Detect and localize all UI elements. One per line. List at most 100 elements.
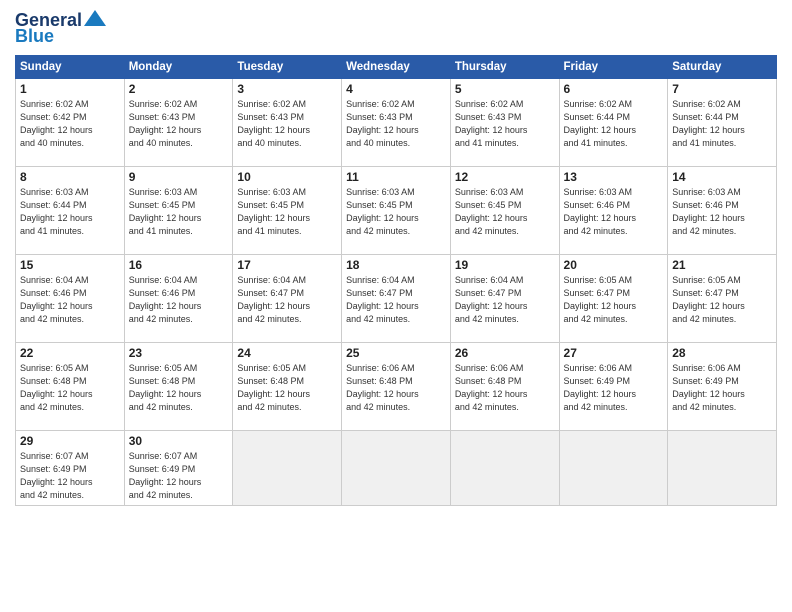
- calendar-cell: 14 Sunrise: 6:03 AM Sunset: 6:46 PM Dayli…: [668, 166, 777, 254]
- day-number: 4: [346, 82, 446, 96]
- header-sunday: Sunday: [16, 55, 125, 78]
- day-info: Sunrise: 6:03 AM Sunset: 6:45 PM Dayligh…: [237, 186, 337, 238]
- day-number: 15: [20, 258, 120, 272]
- day-number: 29: [20, 434, 120, 448]
- day-info: Sunrise: 6:04 AM Sunset: 6:47 PM Dayligh…: [346, 274, 446, 326]
- calendar-cell: 27 Sunrise: 6:06 AM Sunset: 6:49 PM Dayli…: [559, 342, 668, 430]
- logo-icon: [84, 10, 106, 26]
- calendar-header-row: SundayMondayTuesdayWednesdayThursdayFrid…: [16, 55, 777, 78]
- header-friday: Friday: [559, 55, 668, 78]
- day-info: Sunrise: 6:02 AM Sunset: 6:43 PM Dayligh…: [346, 98, 446, 150]
- calendar-cell: 4 Sunrise: 6:02 AM Sunset: 6:43 PM Daylig…: [342, 78, 451, 166]
- day-info: Sunrise: 6:04 AM Sunset: 6:46 PM Dayligh…: [20, 274, 120, 326]
- day-info: Sunrise: 6:07 AM Sunset: 6:49 PM Dayligh…: [129, 450, 229, 502]
- day-number: 13: [564, 170, 664, 184]
- day-number: 18: [346, 258, 446, 272]
- calendar-cell: 16 Sunrise: 6:04 AM Sunset: 6:46 PM Dayli…: [124, 254, 233, 342]
- day-info: Sunrise: 6:05 AM Sunset: 6:47 PM Dayligh…: [564, 274, 664, 326]
- day-info: Sunrise: 6:02 AM Sunset: 6:42 PM Dayligh…: [20, 98, 120, 150]
- day-info: Sunrise: 6:04 AM Sunset: 6:47 PM Dayligh…: [455, 274, 555, 326]
- calendar-cell: 23Sunrise: 6:05 AM Sunset: 6:48 PM Dayli…: [124, 342, 233, 430]
- day-number: 7: [672, 82, 772, 96]
- day-number: 14: [672, 170, 772, 184]
- day-number: 17: [237, 258, 337, 272]
- calendar-cell: 3 Sunrise: 6:02 AM Sunset: 6:43 PM Daylig…: [233, 78, 342, 166]
- calendar-cell: 8 Sunrise: 6:03 AM Sunset: 6:44 PM Daylig…: [16, 166, 125, 254]
- calendar-row: 15 Sunrise: 6:04 AM Sunset: 6:46 PM Dayli…: [16, 254, 777, 342]
- day-number: 3: [237, 82, 337, 96]
- day-number: 22: [20, 346, 120, 360]
- day-number: 26: [455, 346, 555, 360]
- day-info: Sunrise: 6:02 AM Sunset: 6:43 PM Dayligh…: [237, 98, 337, 150]
- day-info: Sunrise: 6:04 AM Sunset: 6:46 PM Dayligh…: [129, 274, 229, 326]
- header-thursday: Thursday: [450, 55, 559, 78]
- calendar-cell: 9 Sunrise: 6:03 AM Sunset: 6:45 PM Daylig…: [124, 166, 233, 254]
- calendar-row: 29 Sunrise: 6:07 AM Sunset: 6:49 PM Dayli…: [16, 430, 777, 505]
- calendar-cell: 21Sunrise: 6:05 AM Sunset: 6:47 PM Dayli…: [668, 254, 777, 342]
- calendar-cell: 18 Sunrise: 6:04 AM Sunset: 6:47 PM Dayli…: [342, 254, 451, 342]
- day-number: 10: [237, 170, 337, 184]
- day-number: 28: [672, 346, 772, 360]
- calendar-cell: 6 Sunrise: 6:02 AM Sunset: 6:44 PM Daylig…: [559, 78, 668, 166]
- calendar-cell: 1Sunrise: 6:02 AM Sunset: 6:42 PM Daylig…: [16, 78, 125, 166]
- calendar-row: 1Sunrise: 6:02 AM Sunset: 6:42 PM Daylig…: [16, 78, 777, 166]
- calendar-cell: 20Sunrise: 6:05 AM Sunset: 6:47 PM Dayli…: [559, 254, 668, 342]
- day-info: Sunrise: 6:02 AM Sunset: 6:43 PM Dayligh…: [129, 98, 229, 150]
- day-number: 11: [346, 170, 446, 184]
- calendar-cell: [668, 430, 777, 505]
- calendar-cell: 29 Sunrise: 6:07 AM Sunset: 6:49 PM Dayli…: [16, 430, 125, 505]
- day-info: Sunrise: 6:06 AM Sunset: 6:49 PM Dayligh…: [564, 362, 664, 414]
- day-number: 30: [129, 434, 229, 448]
- calendar-cell: 13 Sunrise: 6:03 AM Sunset: 6:46 PM Dayli…: [559, 166, 668, 254]
- day-info: Sunrise: 6:03 AM Sunset: 6:45 PM Dayligh…: [455, 186, 555, 238]
- calendar-cell: 22 Sunrise: 6:05 AM Sunset: 6:48 PM Dayli…: [16, 342, 125, 430]
- calendar: SundayMondayTuesdayWednesdayThursdayFrid…: [15, 55, 777, 506]
- day-info: Sunrise: 6:05 AM Sunset: 6:48 PM Dayligh…: [20, 362, 120, 414]
- day-number: 19: [455, 258, 555, 272]
- day-number: 9: [129, 170, 229, 184]
- page: General Blue SundayMondayTuesdayWednesda…: [0, 0, 792, 612]
- calendar-cell: 30 Sunrise: 6:07 AM Sunset: 6:49 PM Dayli…: [124, 430, 233, 505]
- calendar-cell: 24 Sunrise: 6:05 AM Sunset: 6:48 PM Dayli…: [233, 342, 342, 430]
- header-monday: Monday: [124, 55, 233, 78]
- header: General Blue: [15, 10, 777, 47]
- day-number: 16: [129, 258, 229, 272]
- calendar-cell: 25Sunrise: 6:06 AM Sunset: 6:48 PM Dayli…: [342, 342, 451, 430]
- day-info: Sunrise: 6:02 AM Sunset: 6:44 PM Dayligh…: [564, 98, 664, 150]
- day-info: Sunrise: 6:06 AM Sunset: 6:48 PM Dayligh…: [455, 362, 555, 414]
- day-info: Sunrise: 6:03 AM Sunset: 6:46 PM Dayligh…: [672, 186, 772, 238]
- day-info: Sunrise: 6:03 AM Sunset: 6:45 PM Dayligh…: [129, 186, 229, 238]
- header-wednesday: Wednesday: [342, 55, 451, 78]
- calendar-cell: 7 Sunrise: 6:02 AM Sunset: 6:44 PM Daylig…: [668, 78, 777, 166]
- day-info: Sunrise: 6:03 AM Sunset: 6:44 PM Dayligh…: [20, 186, 120, 238]
- day-number: 8: [20, 170, 120, 184]
- day-info: Sunrise: 6:07 AM Sunset: 6:49 PM Dayligh…: [20, 450, 120, 502]
- calendar-cell: 10 Sunrise: 6:03 AM Sunset: 6:45 PM Dayli…: [233, 166, 342, 254]
- day-info: Sunrise: 6:03 AM Sunset: 6:46 PM Dayligh…: [564, 186, 664, 238]
- calendar-cell: [342, 430, 451, 505]
- day-number: 5: [455, 82, 555, 96]
- day-info: Sunrise: 6:06 AM Sunset: 6:49 PM Dayligh…: [672, 362, 772, 414]
- calendar-cell: 28 Sunrise: 6:06 AM Sunset: 6:49 PM Dayli…: [668, 342, 777, 430]
- day-info: Sunrise: 6:02 AM Sunset: 6:44 PM Dayligh…: [672, 98, 772, 150]
- day-number: 2: [129, 82, 229, 96]
- calendar-cell: 17 Sunrise: 6:04 AM Sunset: 6:47 PM Dayli…: [233, 254, 342, 342]
- day-info: Sunrise: 6:03 AM Sunset: 6:45 PM Dayligh…: [346, 186, 446, 238]
- day-number: 24: [237, 346, 337, 360]
- day-info: Sunrise: 6:02 AM Sunset: 6:43 PM Dayligh…: [455, 98, 555, 150]
- day-info: Sunrise: 6:05 AM Sunset: 6:48 PM Dayligh…: [237, 362, 337, 414]
- logo-text: General Blue: [15, 10, 106, 47]
- day-number: 25: [346, 346, 446, 360]
- calendar-cell: [233, 430, 342, 505]
- calendar-cell: 11 Sunrise: 6:03 AM Sunset: 6:45 PM Dayli…: [342, 166, 451, 254]
- calendar-cell: 19 Sunrise: 6:04 AM Sunset: 6:47 PM Dayli…: [450, 254, 559, 342]
- day-info: Sunrise: 6:05 AM Sunset: 6:47 PM Dayligh…: [672, 274, 772, 326]
- day-number: 27: [564, 346, 664, 360]
- day-number: 12: [455, 170, 555, 184]
- day-number: 6: [564, 82, 664, 96]
- calendar-row: 8 Sunrise: 6:03 AM Sunset: 6:44 PM Daylig…: [16, 166, 777, 254]
- day-info: Sunrise: 6:04 AM Sunset: 6:47 PM Dayligh…: [237, 274, 337, 326]
- calendar-cell: 26 Sunrise: 6:06 AM Sunset: 6:48 PM Dayli…: [450, 342, 559, 430]
- calendar-row: 22 Sunrise: 6:05 AM Sunset: 6:48 PM Dayli…: [16, 342, 777, 430]
- calendar-cell: [559, 430, 668, 505]
